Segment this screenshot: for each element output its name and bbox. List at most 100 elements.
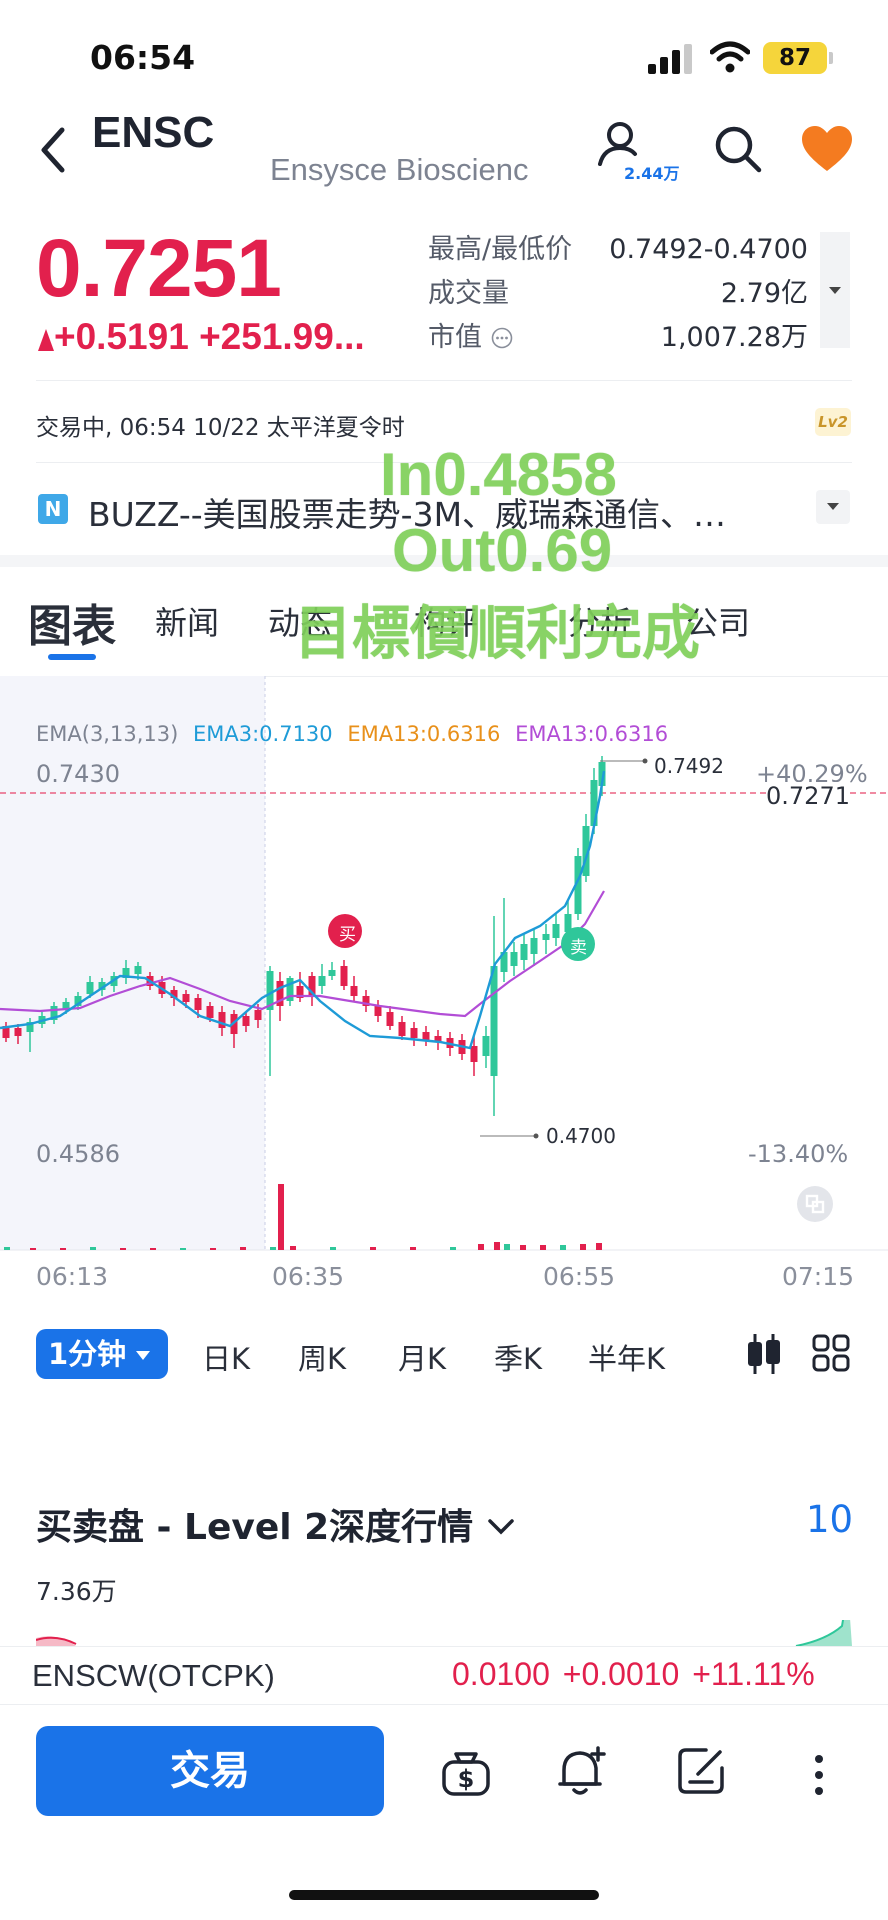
market-status: 交易中, 06:54 10/22 太平洋夏令时: [36, 415, 405, 441]
volume-bar: [494, 1242, 500, 1250]
candlestick-style-icon[interactable]: [744, 1332, 784, 1376]
related-warrant-name[interactable]: ENSCW(OTCPK): [32, 1658, 275, 1694]
candle-body: [86, 982, 94, 994]
trade-button[interactable]: 交易: [36, 1726, 384, 1816]
change-percent: +251.99...: [199, 316, 365, 357]
volume-bar: [270, 1247, 276, 1250]
candle-body: [134, 966, 142, 974]
warrant-price: 0.0100: [452, 1656, 550, 1692]
depth-section-title[interactable]: 买卖盘 - Level 2深度行情: [36, 1498, 516, 1550]
caret-down-icon: [136, 1351, 151, 1360]
chart-expand-icon[interactable]: [797, 1186, 833, 1222]
battery-tip: [829, 52, 833, 64]
volume-bar: [330, 1247, 336, 1250]
more-info-icon[interactable]: [491, 327, 513, 349]
x-axis-label: 07:15: [782, 1262, 855, 1291]
candle-body: [350, 986, 358, 996]
price-change: +0.5191 +251.99...: [38, 316, 365, 358]
volume-bar: [450, 1247, 456, 1250]
volume-bar: [290, 1246, 296, 1250]
candle-body: [510, 952, 518, 966]
overlay-exit-text: Out0.69: [392, 517, 613, 584]
news-expand-toggle[interactable]: [816, 490, 850, 524]
y-axis-top-label: 0.7430: [36, 760, 120, 788]
period-half-year[interactable]: 半年K: [588, 1336, 665, 1378]
high-price-label: 0.7492: [654, 754, 724, 778]
period-month[interactable]: 月K: [398, 1336, 446, 1378]
period-quarter[interactable]: 季K: [494, 1336, 542, 1378]
related-warrant-quote: 0.0100 +0.0010 +11.11%: [452, 1656, 815, 1693]
candle-body: [14, 1028, 22, 1036]
candle-body: [398, 1022, 406, 1036]
chevron-down-icon: [829, 287, 841, 294]
level2-badge[interactable]: Lv2: [815, 408, 851, 436]
cellular-signal-icon: [648, 44, 692, 74]
tab-chart[interactable]: 图表: [28, 590, 116, 654]
favorite-heart-icon[interactable]: [800, 124, 854, 174]
candle-body: [254, 1010, 262, 1020]
stat-label: 最高/最低价: [428, 234, 573, 265]
candle-body: [410, 1028, 418, 1038]
candle-body: [340, 966, 348, 986]
high-marker: [642, 758, 648, 764]
low-price-label: 0.4700: [546, 1124, 616, 1148]
wifi-icon: [710, 41, 750, 73]
svg-text:$: $: [458, 1765, 475, 1793]
current-price-label: 0.7271: [766, 782, 850, 810]
volume-bar: [520, 1245, 526, 1250]
period-day[interactable]: 日K: [202, 1336, 250, 1378]
home-indicator: [289, 1890, 599, 1900]
stats-expand-toggle[interactable]: [820, 232, 850, 348]
volume-bar: [580, 1244, 586, 1250]
candle-body: [386, 1012, 394, 1026]
sell-signal-label: 卖: [570, 938, 587, 958]
cash-bag-icon[interactable]: $: [440, 1746, 492, 1798]
status-time: 06:54: [90, 38, 196, 77]
volume-bar: [150, 1248, 156, 1250]
depth-level-count[interactable]: 10: [806, 1498, 853, 1541]
more-options-icon[interactable]: [812, 1754, 826, 1796]
candle-body: [328, 970, 336, 976]
stat-value: 2.79亿: [720, 278, 808, 309]
add-alert-bell-icon[interactable]: [556, 1744, 608, 1798]
x-axis-label: 06:55: [543, 1262, 616, 1291]
candle-body: [422, 1032, 430, 1040]
last-price: 0.7251: [36, 223, 282, 314]
tab-news[interactable]: 新闻: [155, 598, 219, 644]
ema-legend-base: EMA(3,13,13): [36, 722, 179, 746]
pct-bottom-label: -13.40%: [748, 1140, 849, 1168]
volume-bar: [560, 1245, 566, 1250]
chevron-down-icon: [487, 1519, 514, 1535]
candle-body: [218, 1012, 226, 1028]
candle-body: [530, 938, 538, 954]
quote-stats: 最高/最低价 0.7492-0.4700 成交量 2.79亿 市值 1,007.28…: [428, 228, 808, 360]
back-arrow-icon[interactable]: [34, 124, 74, 176]
volume-bar: [478, 1244, 484, 1250]
volume-bar: [180, 1248, 186, 1250]
volume-bar: [120, 1248, 126, 1250]
candle-body: [182, 994, 190, 1002]
change-amount: +0.5191: [54, 316, 189, 357]
watchers-count: 2.44万: [624, 164, 680, 183]
period-1min-dropdown[interactable]: 1分钟: [36, 1329, 168, 1379]
candle-body: [194, 998, 202, 1010]
candlestick-chart[interactable]: [0, 676, 888, 1256]
volume-bar: [278, 1184, 284, 1250]
period-week[interactable]: 周K: [298, 1336, 346, 1378]
warrant-change-pct: +11.11%: [692, 1656, 815, 1692]
active-tab-indicator: [48, 654, 96, 660]
divider: [36, 380, 852, 381]
x-axis-label: 06:13: [36, 1262, 109, 1291]
buy-signal-label: 买: [339, 925, 356, 945]
volume-bar: [4, 1247, 10, 1250]
divider: [0, 1646, 888, 1647]
x-axis-label: 06:35: [272, 1262, 345, 1291]
edit-note-icon[interactable]: [676, 1744, 728, 1796]
candle-body: [242, 1016, 250, 1026]
search-icon[interactable]: [713, 124, 763, 174]
grid-settings-icon[interactable]: [812, 1334, 850, 1372]
ema3-legend: EMA3:0.7130: [192, 722, 333, 746]
stat-market-cap: 市值 1,007.28万: [428, 316, 808, 360]
overlay-entry-text: In0.4858: [380, 441, 617, 508]
volume-bar: [210, 1248, 216, 1250]
